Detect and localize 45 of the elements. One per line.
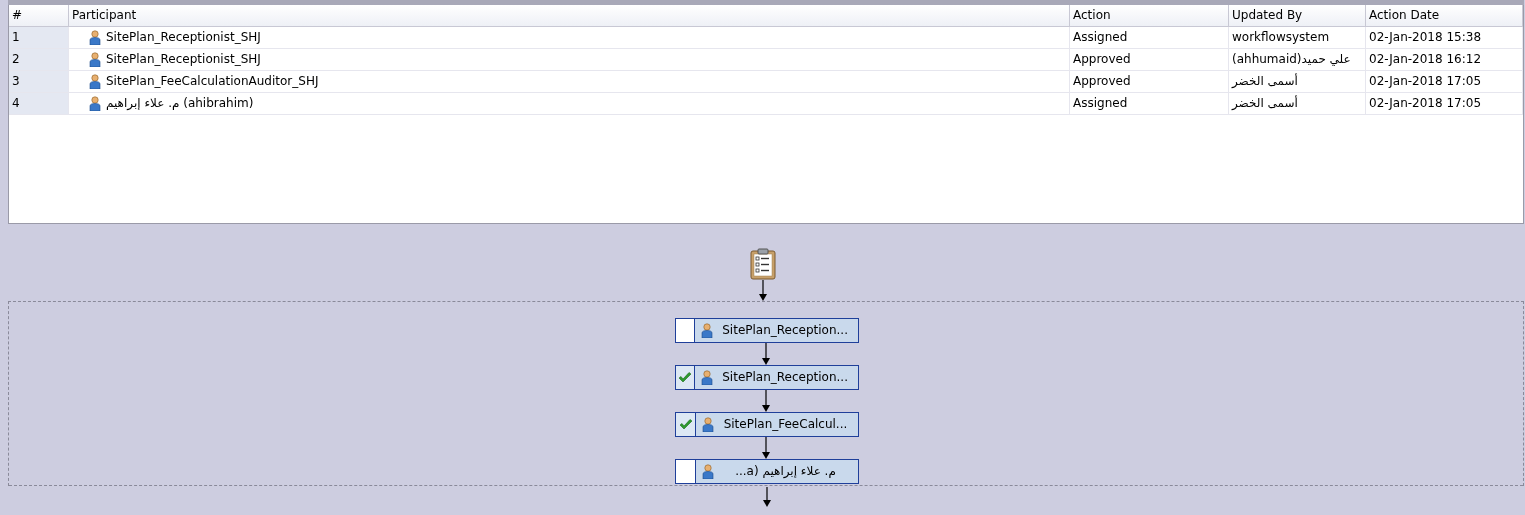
table-cell: Assigned (1070, 93, 1229, 114)
table-cell: 02-Jan-2018 17:05 (1366, 93, 1523, 114)
workflow-node[interactable]: SitePlan_Reception... (675, 318, 859, 343)
person-icon (89, 74, 101, 89)
table-cell-text: SitePlan_Receptionist_SHJ (106, 51, 261, 68)
check-icon (678, 372, 693, 383)
workflow-node[interactable]: SitePlan_FeeCalcul... (675, 412, 859, 437)
table-cell-text: SitePlan_FeeCalculationAuditor_SHJ (106, 73, 319, 90)
column-header[interactable]: Participant (69, 5, 1070, 26)
table-cell: أسمى الخضر (1229, 93, 1366, 114)
table-cell: أسمى الخضر (1229, 71, 1366, 92)
table-cell: Approved (1070, 71, 1229, 92)
table-cell: workflowsystem (1229, 27, 1366, 48)
table-cell: 02-Jan-2018 17:05 (1366, 71, 1523, 92)
check-icon (678, 419, 693, 430)
workflow-node[interactable]: م. علاء إبراهيم (a... (675, 459, 859, 484)
person-icon (89, 30, 101, 45)
person-icon (701, 370, 714, 385)
workflow-node[interactable]: SitePlan_Reception... (675, 365, 859, 390)
person-icon (702, 464, 714, 479)
clipboard-icon (749, 248, 776, 280)
person-icon (89, 52, 101, 67)
table-cell: Approved (1070, 49, 1229, 70)
table-cell: (ahhumaid)علي حميد (1229, 49, 1366, 70)
row-number: 1 (9, 27, 69, 48)
column-header[interactable]: Action (1070, 5, 1229, 26)
person-icon (89, 96, 101, 111)
column-header[interactable]: Action Date (1366, 5, 1523, 26)
table-cell-text: SitePlan_Receptionist_SHJ (106, 29, 261, 46)
table-cell: Assigned (1070, 27, 1229, 48)
arrow (763, 487, 771, 507)
person-icon (701, 323, 714, 338)
column-header[interactable]: Updated By (1229, 5, 1366, 26)
row-number: 4 (9, 93, 69, 114)
table-cell-text: م. علاء إبراهيم (ahibrahim) (106, 95, 254, 112)
person-icon (702, 417, 714, 432)
arrow (762, 390, 770, 412)
column-header[interactable]: # (9, 5, 69, 26)
arrow (762, 437, 770, 459)
arrow (758, 280, 767, 301)
arrow (762, 343, 770, 365)
row-number: 2 (9, 49, 69, 70)
table-cell: 02-Jan-2018 16:12 (1366, 49, 1523, 70)
table-cell: 02-Jan-2018 15:38 (1366, 27, 1523, 48)
row-number: 3 (9, 71, 69, 92)
